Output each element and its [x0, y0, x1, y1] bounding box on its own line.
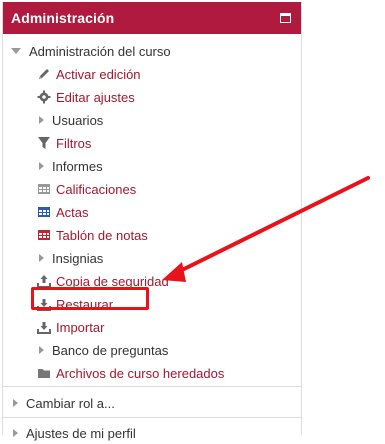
tree-item-label: Activar edición	[56, 66, 141, 82]
tree-item-actas[interactable]: Actas	[37, 201, 89, 223]
block-header: Administración	[3, 2, 301, 34]
tree-item-label: Archivos de curso heredados	[56, 365, 225, 381]
tree-node-course-admin[interactable]: Administración del curso	[11, 40, 171, 62]
tree-item-label: Filtros	[56, 135, 92, 151]
tree-item-importar[interactable]: Importar	[37, 316, 104, 338]
block-title: Administración	[11, 10, 115, 26]
tree-item-label: Insignias	[52, 250, 104, 266]
tree-item-label: Usuarios	[52, 112, 104, 128]
tree-branch-usuarios[interactable]: Usuarios	[37, 109, 103, 131]
tree-node-label: Administración del curso	[29, 43, 171, 59]
tree-item-label: Banco de preguntas	[52, 342, 169, 358]
administration-block: Administración Administración del curso …	[2, 2, 302, 441]
table-red-icon	[37, 228, 51, 242]
tree-branch-informes[interactable]: Informes	[37, 155, 103, 177]
caret-right-icon	[13, 429, 18, 437]
divider	[3, 386, 301, 387]
tree-item-activar-edicion[interactable]: Activar edición	[37, 63, 141, 85]
tree-item-label: Editar ajustes	[56, 89, 135, 105]
divider	[3, 417, 301, 418]
tree-item-label: Importar	[56, 319, 105, 335]
filter-icon	[37, 136, 51, 150]
tree-item-editar-ajustes[interactable]: Editar ajustes	[37, 86, 135, 108]
tree-item-label: Actas	[56, 204, 89, 220]
tree-branch-banco-de-preguntas[interactable]: Banco de preguntas	[37, 339, 168, 361]
tree-item-archivos-heredados[interactable]: Archivos de curso heredados	[37, 362, 224, 384]
tree-item-label: Tablón de notas	[56, 227, 148, 243]
backup-icon	[37, 274, 51, 288]
tree-branch-ajustes-perfil[interactable]: Ajustes de mi perfil	[11, 422, 136, 444]
import-icon	[37, 320, 51, 334]
caret-right-icon	[39, 116, 44, 124]
tree-branch-insignias[interactable]: Insignias	[37, 247, 103, 269]
tree-item-filtros[interactable]: Filtros	[37, 132, 91, 154]
tree-item-label: Calificaciones	[56, 181, 137, 197]
caret-down-icon	[11, 48, 21, 54]
table-blue-icon	[37, 205, 51, 219]
caret-right-icon	[39, 254, 44, 262]
dock-block-icon[interactable]	[280, 13, 291, 23]
caret-right-icon	[39, 346, 44, 354]
tree-item-label: Informes	[52, 158, 103, 174]
tree-item-label: Ajustes de mi perfil	[26, 425, 136, 441]
tree-item-tablon-de-notas[interactable]: Tablón de notas	[37, 224, 148, 246]
tree-item-calificaciones[interactable]: Calificaciones	[37, 178, 136, 200]
gear-icon	[37, 90, 51, 104]
table-icon	[37, 182, 51, 196]
tree-branch-cambiar-rol[interactable]: Cambiar rol a...	[11, 392, 115, 414]
caret-right-icon	[13, 399, 18, 407]
annotation-highlight-box	[31, 287, 149, 310]
tree-item-label: Cambiar rol a...	[26, 395, 115, 411]
folder-icon	[37, 366, 51, 380]
caret-right-icon	[39, 162, 44, 170]
pencil-icon	[37, 67, 51, 81]
